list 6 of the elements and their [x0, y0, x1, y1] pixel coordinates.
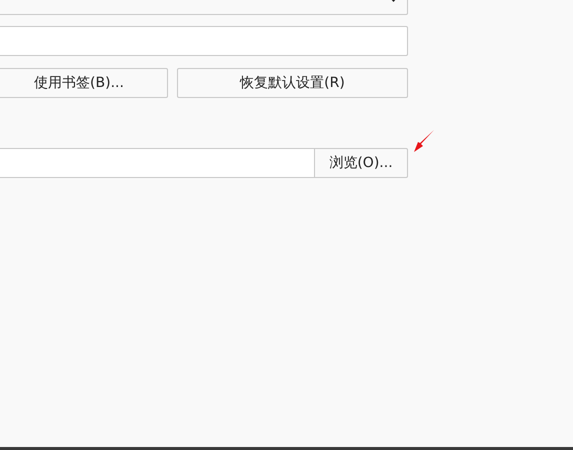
input-field[interactable] [0, 148, 314, 178]
input-field[interactable] [0, 26, 408, 56]
home-page-button[interactable]: 使用书签(B)... [0, 68, 168, 98]
browse-button[interactable]: 浏览(O)... [314, 148, 408, 178]
arrow-icon [414, 129, 435, 153]
home-page-button[interactable]: 恢复默认设置(R) [177, 68, 408, 98]
